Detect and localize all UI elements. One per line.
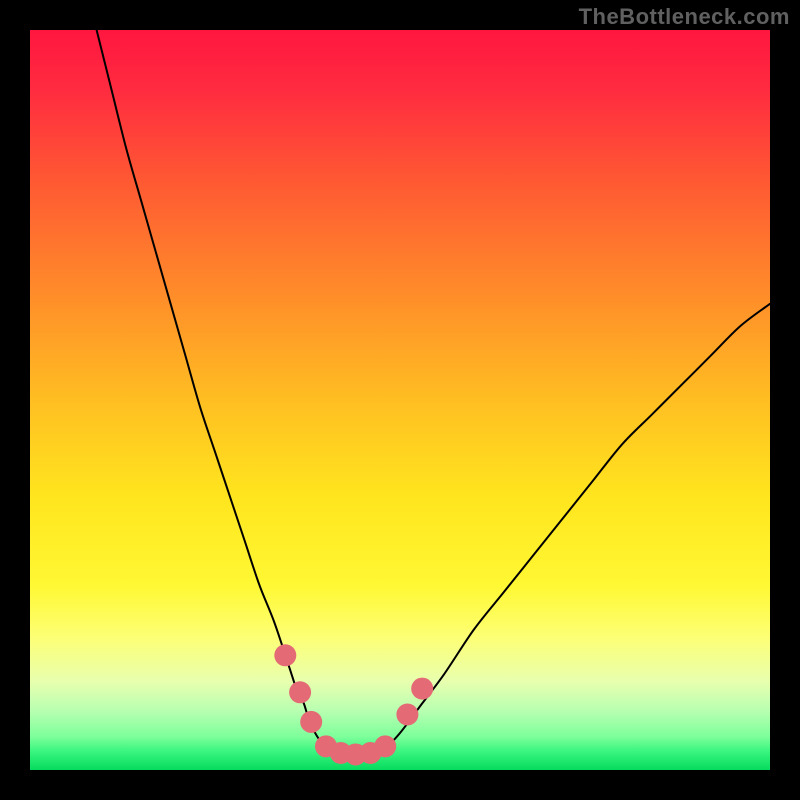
- plot-background: [30, 30, 770, 770]
- valley-marker: [396, 704, 418, 726]
- watermark-text: TheBottleneck.com: [579, 4, 790, 30]
- valley-marker: [274, 644, 296, 666]
- chart-root: TheBottleneck.com: [0, 0, 800, 800]
- valley-marker: [289, 681, 311, 703]
- valley-marker: [374, 735, 396, 757]
- chart-canvas: [0, 0, 800, 800]
- valley-marker: [300, 711, 322, 733]
- valley-marker: [411, 678, 433, 700]
